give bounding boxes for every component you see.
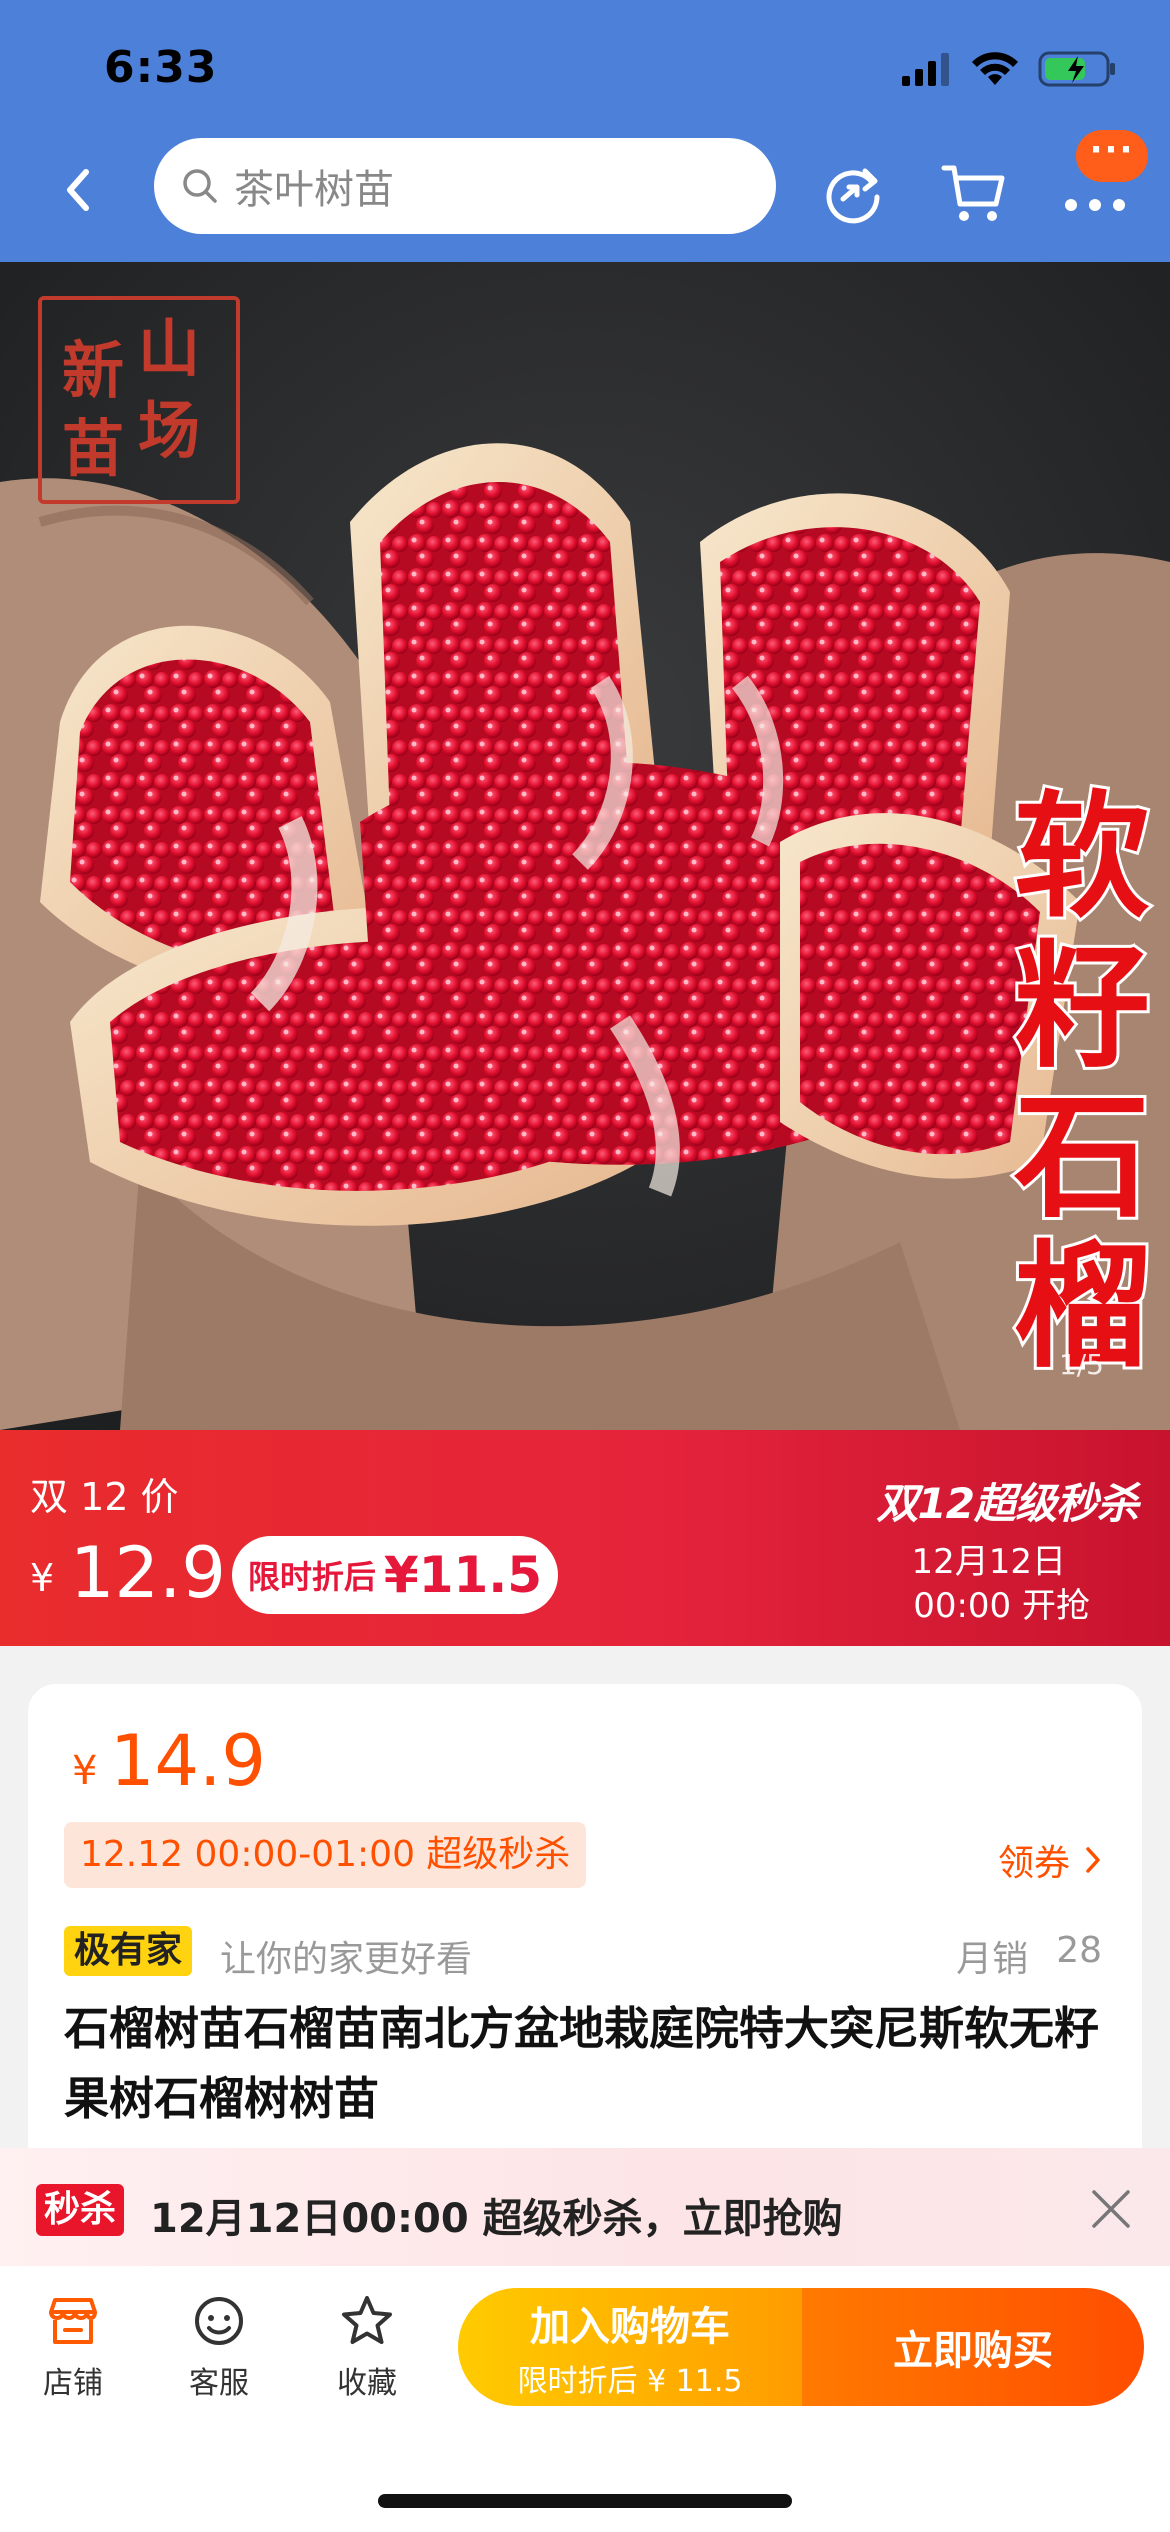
- sales-count: 28: [1056, 1930, 1102, 1971]
- price-currency: ¥: [72, 1748, 98, 1794]
- product-title: 石榴树苗石榴苗南北方盆地栽庭院特大突尼斯软无籽果树石榴树树苗: [64, 2002, 1100, 2125]
- tab-customer-service[interactable]: 客服: [164, 2294, 274, 2402]
- product-image-title: 软 籽 石 榴: [1011, 777, 1153, 1385]
- status-icons: [900, 50, 1118, 88]
- buy-now-button[interactable]: 立即购买: [802, 2288, 1144, 2406]
- brand-badge[interactable]: 极有家: [64, 1926, 193, 1976]
- image-pager: 1/5: [1058, 1348, 1104, 1381]
- farm-seal-logo: 山 新 场 苗: [38, 296, 240, 504]
- back-button[interactable]: [48, 160, 108, 220]
- seal-char: 苗: [62, 412, 125, 485]
- discount-price: ¥11.5: [383, 1546, 543, 1604]
- title-char: 籽: [1011, 927, 1153, 1087]
- flash-sale-time: 00:00 开抢: [913, 1586, 1090, 1626]
- wifi-icon: [972, 52, 1018, 85]
- coupon-label: 领券: [997, 1843, 1070, 1884]
- notice-text: 12月12日00:00 超级秒杀，立即抢购: [150, 2196, 843, 2242]
- add-to-cart-label: 加入购物车: [530, 2304, 730, 2350]
- seal-char: 场: [138, 394, 201, 467]
- message-badge[interactable]: ···: [1076, 130, 1148, 182]
- brand-slogan: 让你的家更好看: [220, 1939, 473, 1980]
- promo-currency: ¥: [30, 1556, 55, 1600]
- flash-sale-notice[interactable]: 秒杀 12月12日00:00 超级秒杀，立即抢购: [0, 2148, 1170, 2266]
- share-button[interactable]: [818, 158, 888, 228]
- discount-label: 限时折后: [247, 1558, 376, 1596]
- promo-label: 双 12 价: [30, 1475, 179, 1519]
- more-dots-icon: [1065, 199, 1125, 211]
- discount-price-pill: 限时折后 ¥11.5: [232, 1536, 558, 1614]
- home-indicator: [378, 2494, 792, 2508]
- customer-service-icon: [195, 2297, 243, 2345]
- title-char: 软: [1011, 777, 1153, 937]
- cellular-signal-icon: [902, 53, 949, 86]
- battery-charging-icon: [1038, 51, 1115, 87]
- shopping-cart-icon: [941, 165, 1005, 221]
- share-refresh-icon: [826, 168, 880, 224]
- title-char: 石: [1011, 1077, 1153, 1237]
- sales-label: 月销: [956, 1939, 1029, 1980]
- top-navigation-bar: 6:33 茶叶树苗 ···: [0, 0, 1170, 262]
- tab-favorite[interactable]: 收藏: [312, 2294, 422, 2402]
- tab-label: 收藏: [337, 2366, 397, 2401]
- tab-label: 店铺: [43, 2366, 103, 2401]
- product-image-carousel[interactable]: 山 新 场 苗 软 籽 石 榴 1/5: [0, 262, 1170, 1430]
- seal-char: 山: [138, 312, 201, 385]
- product-price: 14.9: [110, 1720, 266, 1802]
- flash-sale-title: 双12超级秒杀: [876, 1479, 1139, 1528]
- bottom-action-bar: 店铺 客服 收藏 加入购物车 限时折后 ¥ 11.5 立即购买: [0, 2266, 1170, 2532]
- store-icon: [49, 2298, 97, 2344]
- flash-sale-badge: 秒杀: [36, 2184, 125, 2236]
- chevron-right-icon: [1086, 1847, 1100, 1873]
- status-time: 6:33: [104, 42, 218, 93]
- add-to-cart-button[interactable]: 加入购物车 限时折后 ¥ 11.5: [458, 2288, 802, 2406]
- double12-promo-banner[interactable]: 双 12 价 ¥ 12.9 限时折后 ¥11.5 双12超级秒杀 12月12日 …: [0, 1430, 1170, 1646]
- chevron-left-icon: [67, 169, 89, 211]
- search-input[interactable]: 茶叶树苗: [154, 138, 776, 234]
- tab-store[interactable]: 店铺: [18, 2294, 128, 2402]
- cart-button[interactable]: [938, 158, 1008, 228]
- add-to-cart-sublabel: 限时折后 ¥ 11.5: [517, 2364, 743, 2399]
- monthly-sales: 月销 28: [956, 1930, 1102, 1982]
- close-icon[interactable]: [1086, 2184, 1136, 2234]
- flash-sale-tag: 12.12 00:00-01:00 超级秒杀: [64, 1822, 587, 1888]
- search-icon: [183, 169, 217, 203]
- star-icon: [342, 2296, 392, 2344]
- get-coupon-button[interactable]: 领券: [998, 1834, 1102, 1886]
- promo-price: 12.9: [70, 1532, 226, 1614]
- seal-char: 新: [62, 334, 125, 407]
- search-placeholder: 茶叶树苗: [234, 167, 394, 213]
- flash-sale-date: 12月12日: [911, 1542, 1066, 1582]
- tab-label: 客服: [189, 2366, 249, 2401]
